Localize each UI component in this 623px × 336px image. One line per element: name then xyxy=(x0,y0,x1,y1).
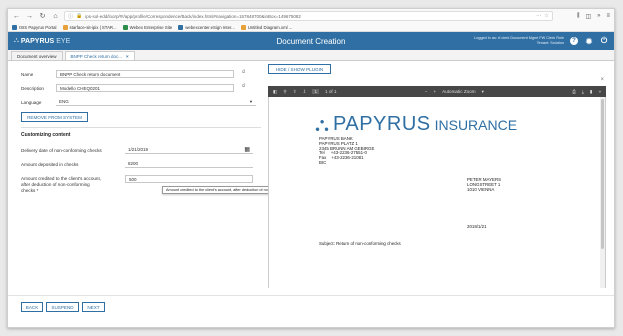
amount-credited-label: Amount credited to the client's account,… xyxy=(21,176,102,193)
tab-bnpp-check-return[interactable]: BNPP Check return doc... × xyxy=(64,51,135,60)
menu-icon[interactable]: ≡ xyxy=(606,13,610,20)
translate-icon[interactable]: ₫ xyxy=(242,70,245,76)
bookmark-item[interactable]: webexcenter.eSign Inter... xyxy=(178,24,235,30)
print-icon[interactable]: ⎙ xyxy=(572,89,576,94)
library-icon[interactable]: ⫼ xyxy=(577,13,580,20)
down-arrow-icon[interactable]: ⇩ xyxy=(303,89,307,95)
section-title: Customizing content xyxy=(21,132,71,138)
papyrus-logo-icon: ⛬ xyxy=(315,113,329,136)
browser-navbar: ← → ↻ ⌂ ⓘ 🔒 ips-sol-edd/loorp/#!/app/pro… xyxy=(8,9,614,23)
bookmarks-bar: ISIS Papyrus Portal starface-sit-ipix | … xyxy=(8,23,614,32)
bookmark-item[interactable]: starface-sit-ipix | STAR... xyxy=(62,24,117,30)
amount-credited-field[interactable]: 500 xyxy=(125,175,253,183)
page-number-input[interactable]: 1 xyxy=(312,89,319,94)
zoom-select[interactable]: Automatic Zoom xyxy=(442,89,475,94)
zoom-out-icon[interactable]: − xyxy=(425,89,428,94)
up-arrow-icon[interactable]: ⇧ xyxy=(293,89,297,95)
more-icon[interactable]: ··· xyxy=(536,13,541,19)
recipient-address: PETER MAYERS LONGSTREET 1 1010 VIENNA xyxy=(467,177,502,192)
language-label: Language xyxy=(21,100,42,105)
forward-arrow-icon[interactable]: → xyxy=(25,12,34,21)
zoom-in-icon[interactable]: + xyxy=(433,89,436,94)
delivery-date-label: Delivery date of non-conforming checks xyxy=(21,148,102,153)
plugin-panel: HIDE / SHOW PLUGIN × ◧ ⚲ ⇧ ⇩ 1 1 of 1 − … xyxy=(263,61,614,327)
pdf-scrollbar[interactable] xyxy=(600,97,605,288)
app-header: ⛬ PAPYRUS EYE Document Creation Logged in… xyxy=(8,32,614,50)
power-icon[interactable]: ⏻ xyxy=(600,36,608,45)
name-field[interactable]: BNPP Check return document xyxy=(56,70,234,78)
bookmark-icon xyxy=(122,24,128,30)
lock-icon: 🔒 xyxy=(76,13,83,19)
bookmark-icon xyxy=(178,24,184,30)
sender-address: PAPYRUS BANK PAPYRUS PLATZ 1 2345 BRUNN … xyxy=(319,136,375,165)
bookmark-item[interactable]: ISIS Papyrus Portal xyxy=(12,24,57,30)
bookmark-icon xyxy=(62,24,68,30)
address-bar[interactable]: ⓘ 🔒 ips-sol-edd/loorp/#!/app/profile/Cor… xyxy=(64,11,553,21)
tab-bar: Document overview BNPP Check return doc.… xyxy=(8,50,614,61)
tab-document-overview[interactable]: Document overview xyxy=(11,51,63,60)
delivery-date-field[interactable]: 1/21/2019 ▦ xyxy=(125,146,253,154)
info-icon[interactable]: ⓘ xyxy=(68,13,73,20)
bookmark-icon xyxy=(12,24,17,30)
translate-icon[interactable]: ₫ xyxy=(242,84,245,90)
calendar-icon[interactable]: ▦ xyxy=(244,146,250,153)
divider xyxy=(21,127,261,128)
url-text[interactable]: ips-sol-edd/loorp/#!/app/profile/Corresp… xyxy=(85,14,533,19)
overflow-icon[interactable]: » xyxy=(597,13,600,20)
close-icon[interactable]: × xyxy=(600,77,604,83)
search-icon[interactable]: ⚲ xyxy=(283,89,286,95)
browser-window: ← → ↻ ⌂ ⓘ 🔒 ips-sol-edd/loorp/#!/app/pro… xyxy=(7,8,615,328)
form-panel: Name BNPP Check return document ₫ Descri… xyxy=(8,61,310,327)
chevron-down-icon: ▼ xyxy=(249,99,253,104)
home-icon[interactable]: ⌂ xyxy=(51,12,60,21)
scroll-thumb[interactable] xyxy=(601,99,604,249)
divider xyxy=(8,295,614,296)
next-button[interactable]: NEXT xyxy=(82,302,105,312)
description-label: Description xyxy=(21,86,44,91)
gear-icon[interactable]: ✹ xyxy=(585,37,593,46)
page-indicator: 1 of 1 xyxy=(325,89,337,94)
hide-show-plugin-button[interactable]: HIDE / SHOW PLUGIN xyxy=(268,64,331,74)
language-select[interactable]: ENG ▼ xyxy=(56,98,256,106)
suspend-button[interactable]: SUSPEND xyxy=(46,302,79,312)
description-field[interactable]: Modello CHEQ0201 xyxy=(56,84,234,92)
sidebar-icon[interactable]: ◫ xyxy=(585,13,591,20)
back-button[interactable]: BACK xyxy=(21,302,43,312)
chevron-down-icon: ▾ xyxy=(481,88,484,94)
main-content: Name BNPP Check return document ₫ Descri… xyxy=(8,61,614,327)
amount-deposited-field[interactable]: 8200 xyxy=(125,160,253,168)
amount-deposited-label: Amount deposited in checks xyxy=(21,162,79,167)
close-icon[interactable]: × xyxy=(126,54,129,59)
reload-icon[interactable]: ↻ xyxy=(38,12,47,21)
sidebar-toggle-icon[interactable]: ◧ xyxy=(273,89,277,95)
bookmark-icon xyxy=(240,24,246,30)
bookmark-item[interactable]: Webex Enterprise Site xyxy=(122,24,172,30)
user-info: Logged in as: rf.clerk Document Mgmt FW … xyxy=(474,36,564,45)
letter-date: 2019/1/21 xyxy=(467,224,487,229)
bookmark-icon[interactable]: ▮ xyxy=(590,89,593,95)
pdf-toolbar: ◧ ⚲ ⇧ ⇩ 1 1 of 1 − + Automatic Zoom ▾ ⎙ … xyxy=(268,86,606,97)
letter-subject: Subject: Return of non-conforming checks xyxy=(319,241,401,246)
back-arrow-icon[interactable]: ← xyxy=(12,12,21,21)
remove-from-system-button[interactable]: REMOVE FROM SYSTEM xyxy=(21,112,88,122)
name-label: Name xyxy=(21,72,34,77)
pdf-page: ⛬ PAPYRUS INSURANCE PAPYRUS BANK PAPYRUS… xyxy=(268,97,606,288)
bookmark-item[interactable]: Untitled Diagram.xml ... xyxy=(240,24,292,30)
tools-chevron-icon[interactable]: » xyxy=(598,89,601,94)
help-icon[interactable]: ? xyxy=(570,37,578,45)
papyrus-insurance-logo: ⛬ PAPYRUS INSURANCE xyxy=(315,113,518,136)
download-icon[interactable]: ⤓ xyxy=(582,89,584,94)
bookmark-star-icon[interactable]: ☆ xyxy=(544,13,548,19)
